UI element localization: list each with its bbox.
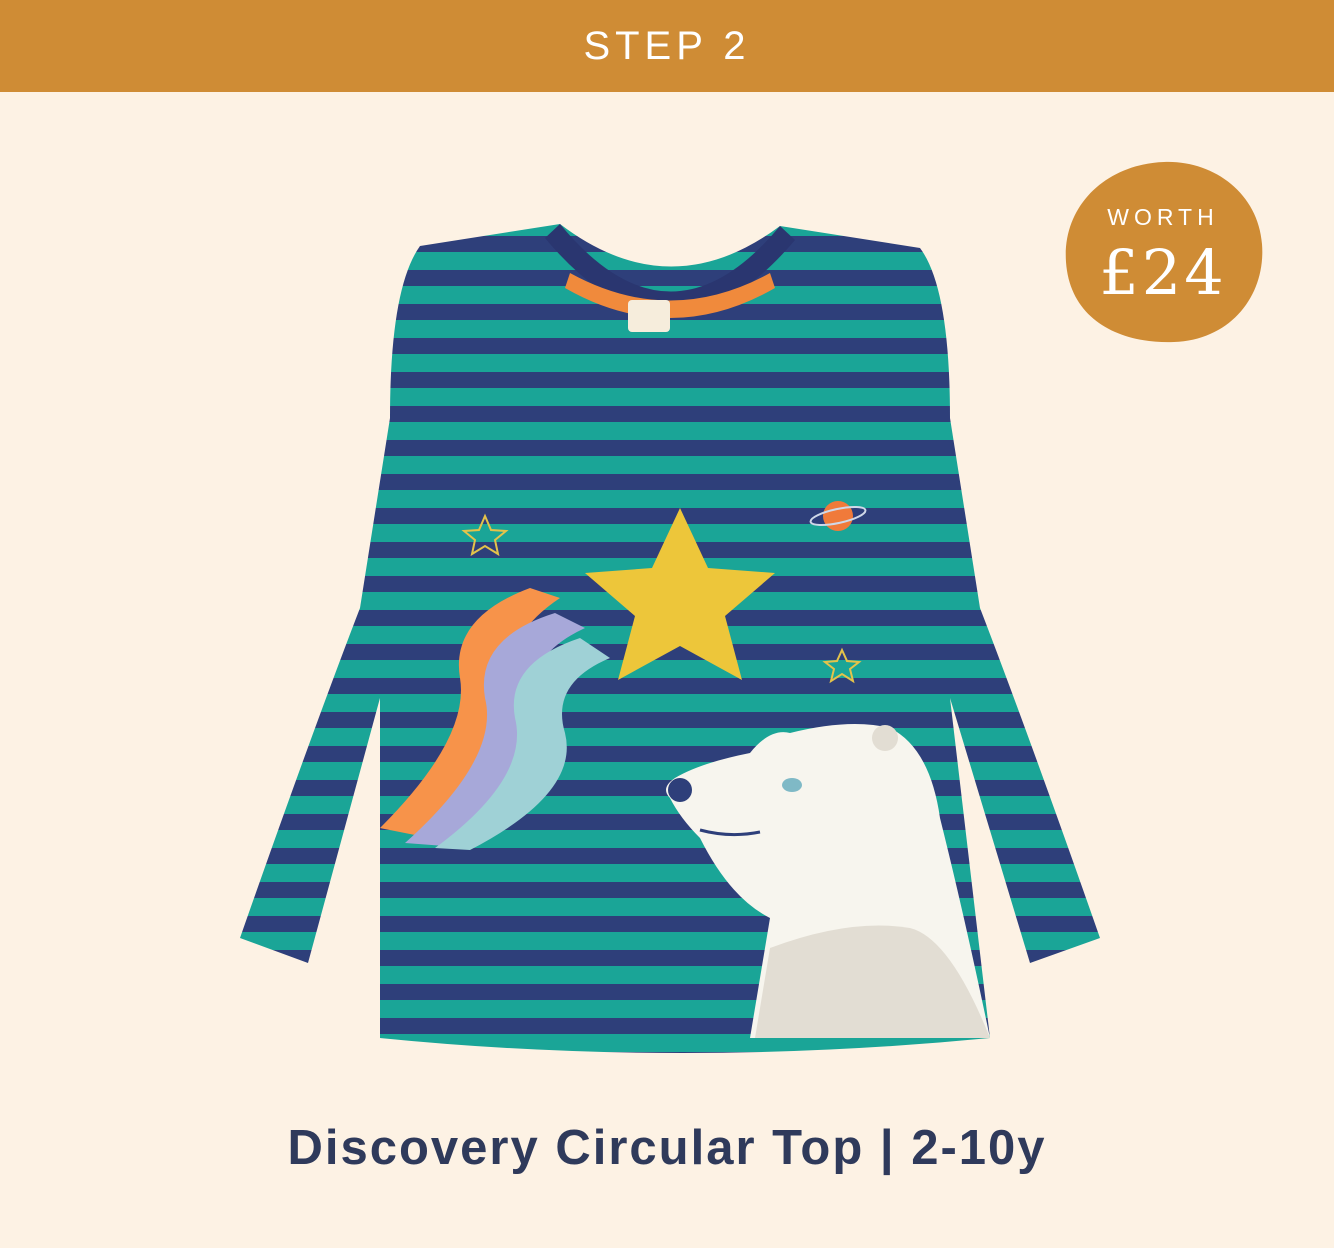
- product-image: [230, 218, 1110, 1098]
- brand-label: [628, 300, 670, 332]
- polar-bear-ear: [872, 725, 898, 751]
- step-banner: STEP 2: [0, 0, 1334, 92]
- striped-top-illustration: [240, 224, 1100, 1053]
- polar-bear-nose: [668, 778, 692, 802]
- polar-bear-eye: [782, 778, 802, 792]
- step-label: STEP 2: [583, 23, 751, 68]
- shirt-body: [240, 224, 1100, 1053]
- product-title: Discovery Circular Top | 2-10y: [287, 1121, 1047, 1175]
- planet: [823, 501, 853, 531]
